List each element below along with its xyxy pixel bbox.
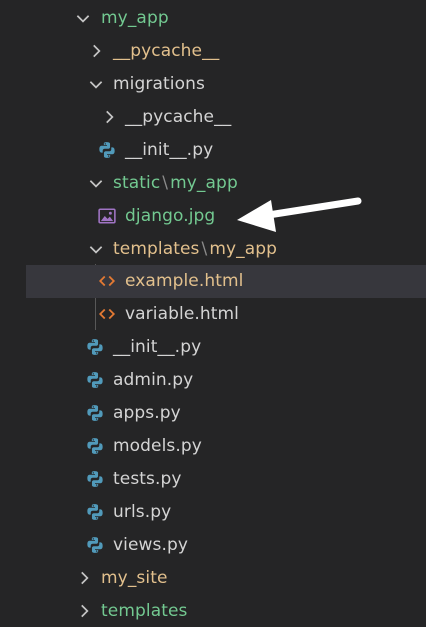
tree-item-label: my_site xyxy=(101,567,168,588)
tree-item-label: templates \ my_app xyxy=(113,238,278,259)
tree-item-models-py[interactable]: models.py xyxy=(0,430,426,463)
chevron-right-icon xyxy=(81,571,89,585)
path-segment-templates: templates xyxy=(113,238,200,259)
tree-item-label: apps.py xyxy=(113,402,181,423)
tree-item-label: __pycache__ xyxy=(125,106,232,127)
tree-item-my-app[interactable]: my_app xyxy=(0,2,426,35)
tree-item-pycache[interactable]: __pycache__ xyxy=(0,35,426,68)
tree-item-variable-html[interactable]: variable.html xyxy=(0,298,426,331)
tree-item-label: migrations xyxy=(113,73,205,94)
path-segment-my-app: my_app xyxy=(170,172,238,193)
tree-item-init-py[interactable]: __init__.py xyxy=(0,331,426,364)
python-icon xyxy=(87,471,103,487)
tree-item-example-html[interactable]: example.html xyxy=(26,265,426,298)
html-code-icon xyxy=(98,275,116,287)
tree-item-urls-py[interactable]: urls.py xyxy=(0,496,426,529)
tree-item-label: static \ my_app xyxy=(113,172,238,193)
chevron-down-icon xyxy=(89,246,103,254)
tree-item-templates-my-app[interactable]: templates \ my_app xyxy=(0,233,426,266)
file-explorer-tree: my_app __pycache__ migrations __pycache_… xyxy=(0,0,426,627)
tree-item-label: __init__.py xyxy=(125,139,214,160)
path-segment-my-app: my_app xyxy=(209,238,278,259)
python-icon xyxy=(87,372,103,388)
tree-item-migrations[interactable]: migrations xyxy=(0,68,426,101)
html-code-icon xyxy=(98,308,116,320)
image-file-icon xyxy=(98,208,116,224)
python-icon xyxy=(87,537,103,553)
tree-item-my-site[interactable]: my_site xyxy=(0,562,426,595)
python-icon xyxy=(99,142,115,158)
tree-item-migrations-pycache[interactable]: __pycache__ xyxy=(0,101,426,134)
tree-item-migrations-init-py[interactable]: __init__.py xyxy=(0,134,426,167)
tree-item-admin-py[interactable]: admin.py xyxy=(0,364,426,397)
tree-item-label: models.py xyxy=(113,435,202,456)
chevron-right-icon xyxy=(106,110,114,124)
chevron-down-icon xyxy=(76,15,90,23)
tree-item-label: my_app xyxy=(101,7,169,28)
tree-item-label: django.jpg xyxy=(125,205,216,226)
tree-item-label: admin.py xyxy=(113,369,194,390)
path-separator: \ xyxy=(162,172,169,193)
python-icon xyxy=(87,504,103,520)
tree-item-tests-py[interactable]: tests.py xyxy=(0,463,426,496)
path-separator: \ xyxy=(201,238,208,259)
tree-item-label: tests.py xyxy=(113,468,182,489)
tree-item-label: __init__.py xyxy=(113,336,202,357)
tree-item-static-my-app[interactable]: static \ my_app xyxy=(0,167,426,200)
python-icon xyxy=(87,339,103,355)
tree-item-django-jpg[interactable]: django.jpg xyxy=(0,200,426,233)
tree-item-label: example.html xyxy=(125,270,244,291)
tree-item-templates[interactable]: templates xyxy=(0,595,426,627)
chevron-right-icon xyxy=(81,604,89,618)
tree-item-views-py[interactable]: views.py xyxy=(0,529,426,562)
path-segment-static: static xyxy=(113,172,161,193)
tree-item-label: urls.py xyxy=(113,501,172,522)
tree-item-label: views.py xyxy=(113,534,189,555)
tree-item-apps-py[interactable]: apps.py xyxy=(0,397,426,430)
chevron-down-icon xyxy=(89,81,103,89)
python-icon xyxy=(87,438,103,454)
python-icon xyxy=(87,405,103,421)
chevron-right-icon xyxy=(93,44,101,58)
tree-item-label: __pycache__ xyxy=(113,40,220,61)
tree-item-label: variable.html xyxy=(125,303,240,324)
tree-item-label: templates xyxy=(101,600,188,621)
chevron-down-icon xyxy=(89,180,103,188)
